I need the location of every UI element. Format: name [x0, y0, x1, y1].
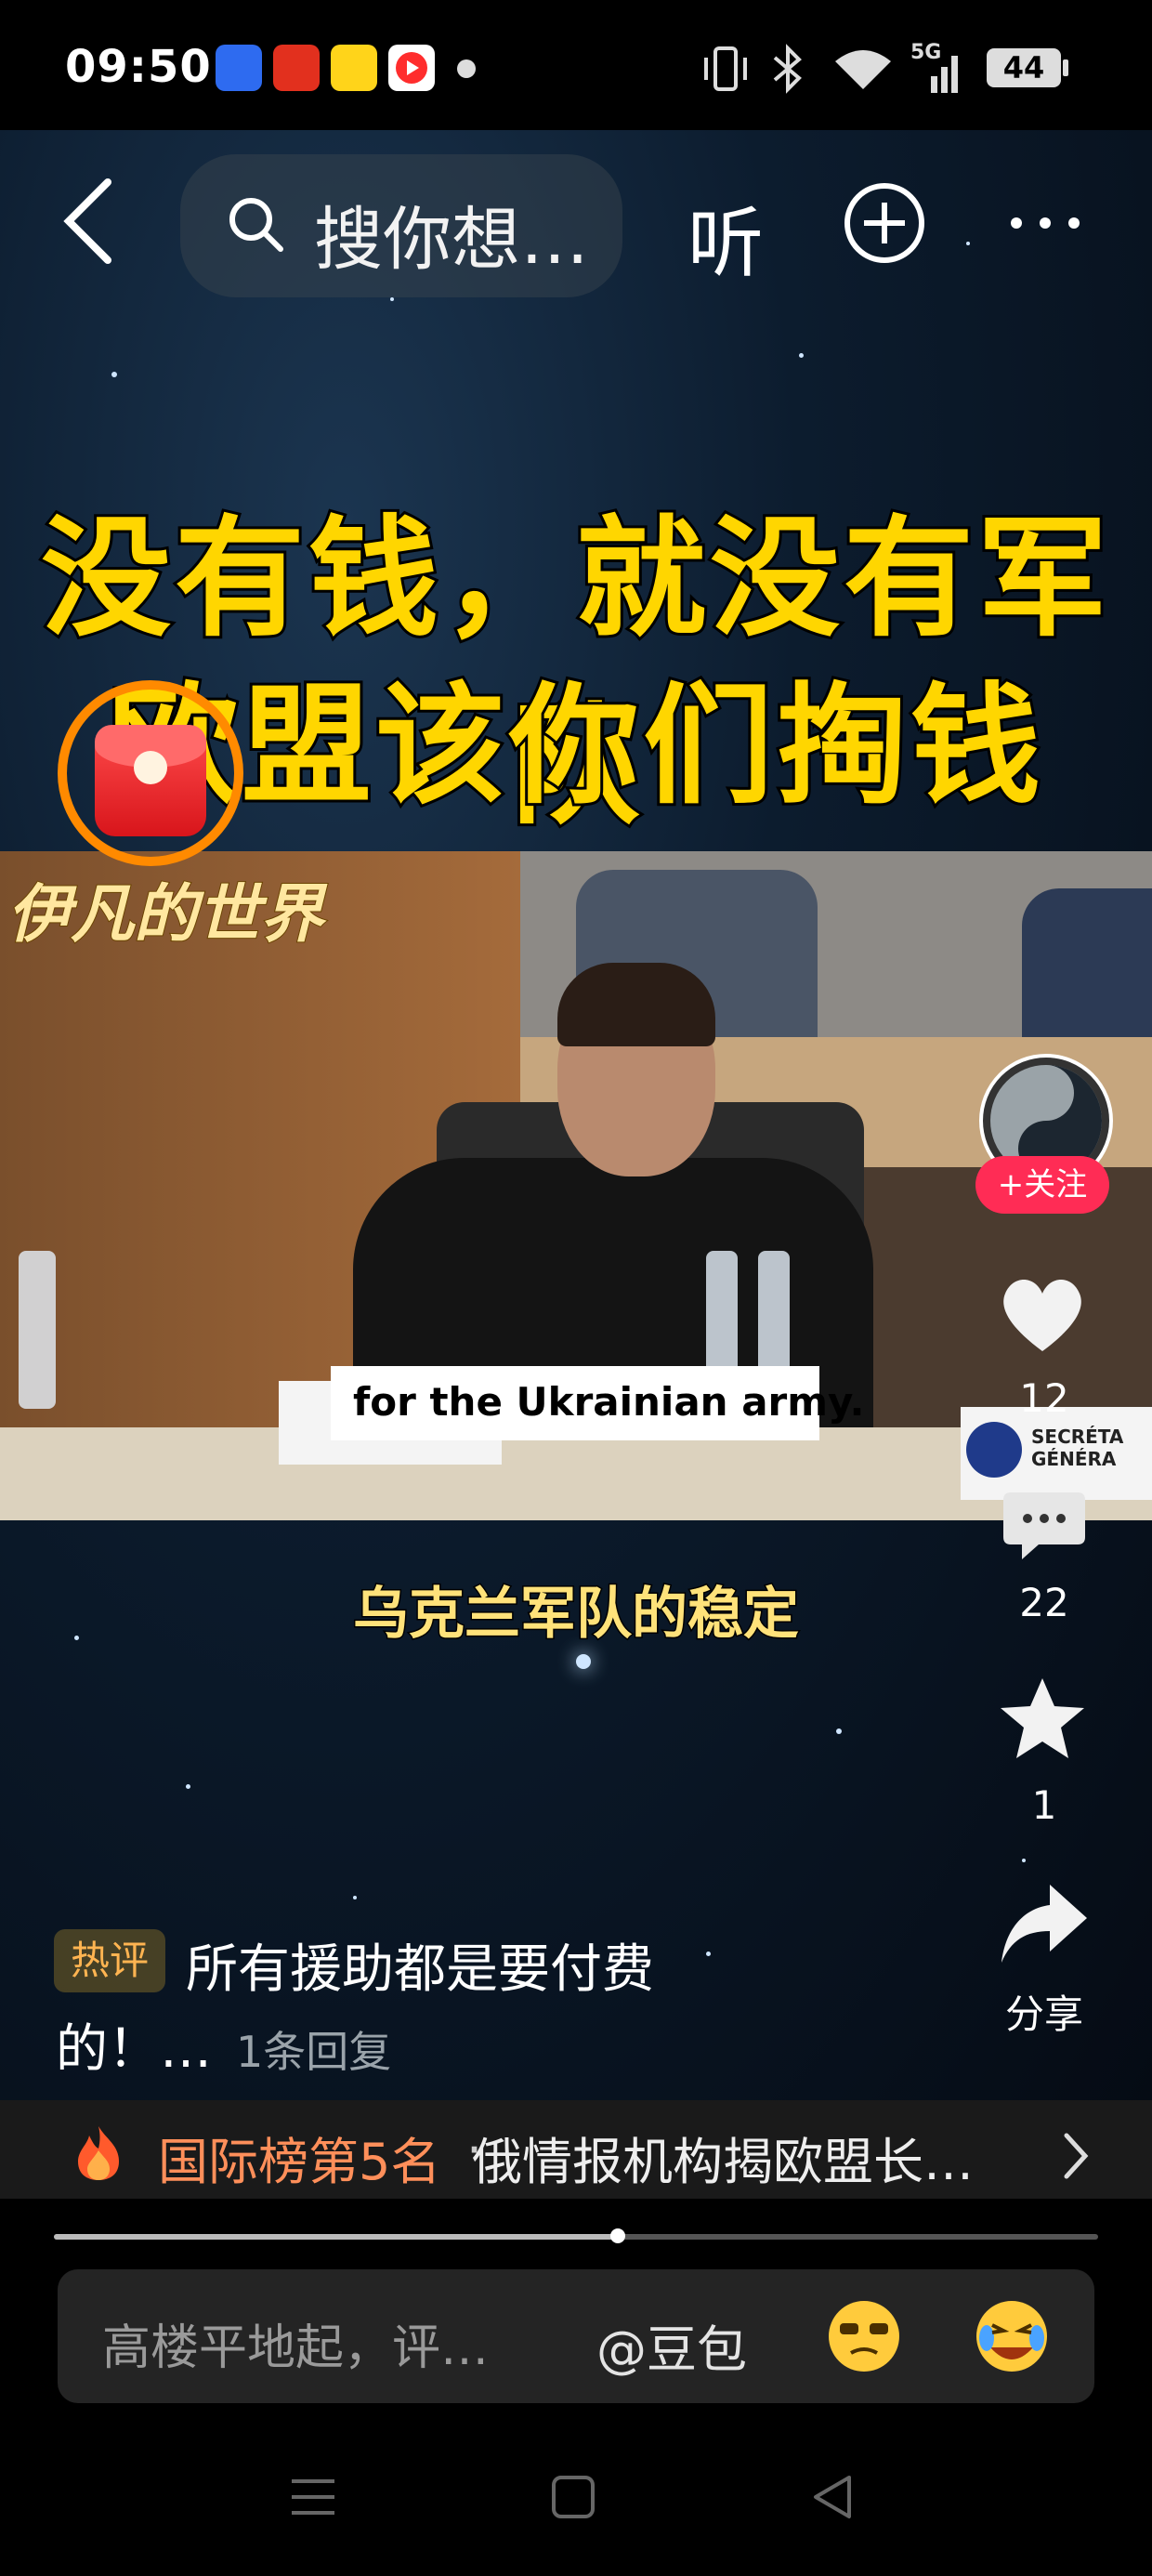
battery-tip	[1063, 59, 1068, 76]
signal-icon	[931, 56, 958, 93]
favorite-count: 1	[1031, 1782, 1057, 1828]
baidu-app-icon	[216, 45, 262, 91]
share-arrow-icon[interactable]	[998, 1879, 1091, 1968]
doubao-mention-button[interactable]: @豆包	[596, 2308, 747, 2382]
share-label: 分享	[1004, 1991, 1083, 2037]
subtitle-english: for the Ukrainian army.	[353, 1379, 865, 1425]
bluetooth-icon	[773, 44, 802, 94]
ranking-headline: 俄情报机构揭欧盟长…	[472, 2133, 974, 2191]
channel-watermark: 伊凡的世界	[7, 877, 324, 953]
shopping-app-icon	[273, 45, 320, 91]
comment-count: 22	[1019, 1580, 1069, 1625]
favorite-star-icon[interactable]	[998, 1675, 1087, 1762]
add-button[interactable]	[844, 182, 925, 264]
comment-icon[interactable]	[1001, 1487, 1087, 1563]
hot-comment-badge: 热评	[54, 1929, 165, 1992]
fire-icon	[78, 2126, 119, 2180]
follow-button[interactable]: +关注	[975, 1156, 1109, 1214]
thinking-emoji-icon[interactable]	[823, 2295, 905, 2377]
red-envelope-icon[interactable]	[95, 725, 206, 836]
hot-comment-text-line1[interactable]: 所有援助都是要付费	[186, 1927, 654, 2003]
notification-dot	[457, 59, 476, 78]
battery-icon: 44	[987, 48, 1061, 87]
status-time: 09:50	[65, 41, 212, 93]
search-icon	[229, 198, 283, 252]
vibrate-icon	[704, 46, 747, 91]
reply-count[interactable]: 1条回复	[236, 2018, 391, 2080]
listen-button[interactable]: 听	[687, 181, 764, 292]
wifi-icon	[835, 50, 891, 89]
like-count: 12	[1019, 1375, 1069, 1421]
hot-comment-text-line2[interactable]: 的！…	[56, 2007, 212, 2083]
video-progress-fill	[54, 2234, 618, 2240]
laughing-emoji-icon[interactable]	[970, 2295, 1054, 2377]
nameplate: SECRÉTA GÉNÉRA	[1031, 1426, 1124, 1470]
fruit-app-icon	[331, 45, 377, 91]
more-icon[interactable]	[1003, 195, 1087, 251]
search-placeholder: 搜你想…	[314, 200, 589, 280]
video-progress-handle[interactable]	[610, 2228, 625, 2243]
chevron-right-icon[interactable]	[1059, 2128, 1093, 2184]
menu-nav-icon[interactable]	[288, 2472, 338, 2522]
video-app-icon	[388, 45, 435, 91]
like-heart-icon[interactable]	[998, 1273, 1087, 1355]
comment-placeholder: 高楼平地起，评…	[102, 2320, 490, 2376]
home-nav-icon[interactable]	[550, 2472, 596, 2522]
back-nav-icon[interactable]	[808, 2472, 855, 2522]
ranking-label: 国际榜第5名	[158, 2133, 441, 2191]
back-button[interactable]	[56, 175, 121, 268]
